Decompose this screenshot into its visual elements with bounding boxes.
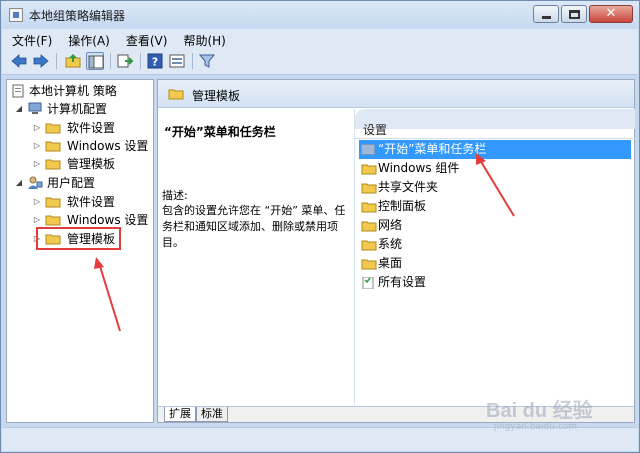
details-header-title: 管理模板: [192, 89, 241, 103]
tree-node-user-config[interactable]: ◢ 用户配置: [15, 174, 151, 192]
tree-node-computer-config[interactable]: ◢ 计算机配置: [15, 100, 151, 118]
folder-icon: [361, 259, 377, 270]
folder-icon: [361, 164, 377, 175]
policy-document-icon: [12, 84, 24, 98]
toolbar-separator: [56, 53, 57, 69]
folder-icon: [45, 215, 61, 226]
folder-icon: [45, 141, 61, 152]
collapsed-arrow-icon[interactable]: ▷: [33, 137, 41, 155]
tree-node-label: 软件设置: [67, 121, 116, 135]
folder-icon: [361, 202, 377, 213]
baidu-watermark: Bai du 经验 jingyan.baidu.com: [486, 392, 636, 442]
minimize-button[interactable]: [533, 5, 559, 23]
folder-icon: [45, 123, 61, 134]
tree-node-label: 软件设置: [67, 195, 116, 209]
export-icon[interactable]: [116, 52, 134, 70]
annotation-arrow-left: [94, 257, 121, 332]
tree-pane: 本地计算机 策略 ◢ 计算机配置 ▷ 软件设置 ▷ Windows 设置 ▷ 管…: [6, 79, 154, 423]
tree-node-root[interactable]: 本地计算机 策略: [11, 82, 151, 100]
tree-node-cc-software[interactable]: ▷ 软件设置: [33, 119, 151, 137]
list-item-system[interactable]: 系统: [359, 235, 631, 254]
forward-arrow-icon[interactable]: [32, 52, 50, 70]
window-controls: ✕: [531, 5, 633, 23]
expanded-arrow-icon[interactable]: ◢: [15, 174, 23, 192]
maximize-icon: [569, 10, 580, 19]
list-item-label: 网络: [378, 218, 403, 232]
menu-help[interactable]: 帮助(H): [173, 29, 231, 49]
tree-node-label: 本地计算机 策略: [29, 84, 117, 98]
folder-icon: [45, 197, 61, 208]
list-item-label: 桌面: [378, 256, 403, 270]
description-body: 包含的设置允许您在 “开始” 菜单、任务栏和通知区域添加、删除或禁用项目。: [162, 204, 346, 249]
help-icon[interactable]: ?: [146, 52, 164, 70]
list-item-desktop[interactable]: 桌面: [359, 254, 631, 273]
folder-icon: [361, 144, 375, 155]
folder-icon: [361, 240, 377, 251]
description-title: “开始”菜单和任务栏: [164, 125, 276, 139]
toolbar: ?: [2, 49, 638, 75]
toolbar-separator: [140, 53, 141, 69]
close-button[interactable]: ✕: [589, 5, 633, 23]
app-icon: [9, 8, 23, 22]
list-item-all-settings[interactable]: 所有设置: [359, 273, 631, 292]
title-bar: 本地组策略编辑器 ✕: [1, 1, 639, 29]
column-header-divider: [355, 138, 635, 139]
tab-extended[interactable]: 扩展: [164, 407, 196, 422]
folder-icon: [361, 221, 377, 232]
expanded-arrow-icon[interactable]: ◢: [15, 100, 23, 118]
menu-file[interactable]: 文件(F): [2, 29, 58, 49]
computer-icon: [28, 102, 42, 114]
filter-icon[interactable]: [198, 52, 216, 70]
menu-action[interactable]: 操作(A): [58, 29, 116, 49]
show-hide-tree-icon[interactable]: [86, 52, 104, 70]
tree-node-uc-software[interactable]: ▷ 软件设置: [33, 193, 151, 211]
back-arrow-icon[interactable]: [10, 52, 28, 70]
folder-icon: [168, 89, 184, 100]
list-item-label: Windows 组件: [378, 161, 460, 175]
tree-node-cc-windows[interactable]: ▷ Windows 设置: [33, 137, 151, 155]
tree-node-label: 用户配置: [47, 176, 96, 190]
toolbar-separator: [110, 53, 111, 69]
details-header: 管理模板: [158, 80, 634, 108]
column-header-settings[interactable]: 设置: [363, 121, 387, 138]
minimize-icon: [542, 16, 551, 19]
tree-node-cc-admin[interactable]: ▷ 管理模板: [33, 155, 151, 173]
tree-node-label: 计算机配置: [47, 102, 108, 116]
annotation-arrow-right: [476, 153, 515, 217]
folder-icon: [361, 183, 377, 194]
menu-bar: 文件(F) 操作(A) 查看(V) 帮助(H): [2, 29, 638, 49]
description-panel: “开始”菜单和任务栏 描述: 包含的设置允许您在 “开始” 菜单、任务栏和通知区…: [158, 109, 354, 405]
tree-node-label: 管理模板: [67, 157, 116, 171]
user-icon: [28, 176, 43, 189]
tab-standard[interactable]: 标准: [196, 407, 228, 422]
properties-icon[interactable]: [168, 52, 186, 70]
list-item-label: 控制面板: [378, 199, 427, 213]
all-settings-icon: [362, 277, 374, 289]
collapsed-arrow-icon[interactable]: ▷: [33, 155, 41, 173]
folder-icon: [45, 159, 61, 170]
list-item-label: 共享文件夹: [378, 180, 439, 194]
watermark-main: Bai du 经验: [486, 400, 593, 422]
window-title: 本地组策略编辑器: [29, 9, 126, 23]
tree-node-label: Windows 设置: [67, 139, 149, 153]
list-item-label: 系统: [378, 237, 403, 251]
maximize-button[interactable]: [561, 5, 587, 23]
list-item-label: 所有设置: [378, 275, 427, 289]
description-label: 描述:: [162, 189, 188, 202]
collapsed-arrow-icon[interactable]: ▷: [33, 193, 41, 211]
menu-view[interactable]: 查看(V): [116, 29, 174, 49]
watermark-sub: jingyan.baidu.com: [494, 422, 578, 432]
toolbar-separator: [192, 53, 193, 69]
annotation-highlight-box: [36, 227, 121, 250]
collapsed-arrow-icon[interactable]: ▷: [33, 119, 41, 137]
up-folder-icon[interactable]: [64, 52, 82, 70]
svg-text:?: ?: [152, 56, 158, 69]
close-icon: ✕: [605, 6, 617, 21]
details-pane: 管理模板 “开始”菜单和任务栏 描述: 包含的设置允许您在 “开始” 菜单、任务…: [157, 79, 635, 423]
list-tab-background: [355, 109, 635, 129]
